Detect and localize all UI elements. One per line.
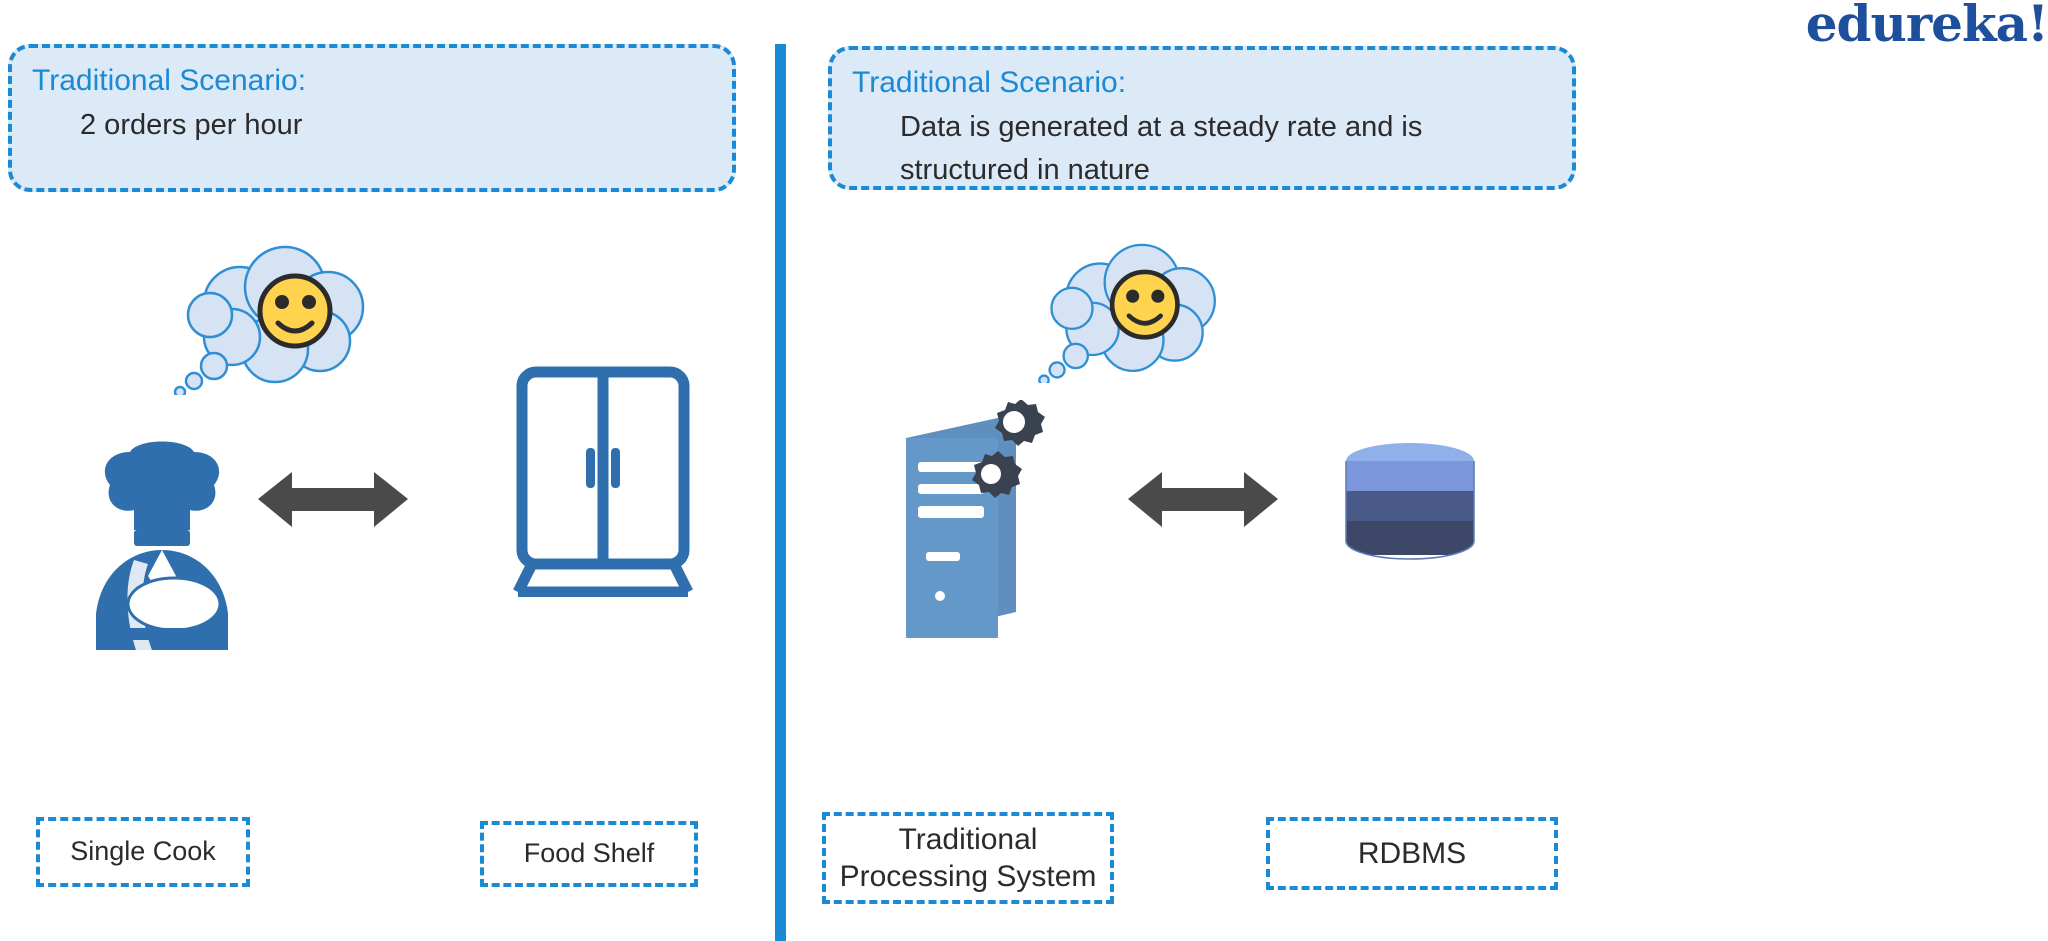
chef-icon [78,390,248,650]
double-headed-arrow-icon-left [258,472,408,527]
vertical-divider [775,44,786,941]
slide-canvas: edureka! edureka! edureka! edureka! edureka!… [0,0,2048,941]
server-gears-icon [890,399,1070,650]
callout-left: Traditional Scenario: 2 orders per hour [8,44,736,192]
food-shelf-icon [508,362,698,598]
label-food-shelf: Food Shelf [480,821,698,887]
thought-bubble-smiley-icon-right [1030,243,1226,387]
callout-left-body: 2 orders per hour [80,108,303,141]
double-headed-arrow-icon-right [1128,472,1278,527]
watermark-row: edureka!edureka!edureka!edureka!edureka!… [0,726,2048,780]
label-rdbms: RDBMS [1266,817,1558,890]
watermark-row: edureka!edureka!edureka!edureka!edureka!… [0,671,2048,725]
label-traditional-processing-system: Traditional Processing System [822,812,1114,904]
label-single-cook: Single Cook [36,817,250,887]
callout-right-title: Traditional Scenario: [852,66,1127,99]
callout-right: Traditional Scenario: Data is generated … [828,46,1576,190]
thought-bubble-smiley-icon [170,245,370,399]
callout-left-title: Traditional Scenario: [32,64,307,97]
database-cylinder-icon [1340,443,1480,563]
callout-right-body: Data is generated at a steady rate and i… [900,110,1423,187]
edureka-logo: edureka! [1805,0,2048,53]
